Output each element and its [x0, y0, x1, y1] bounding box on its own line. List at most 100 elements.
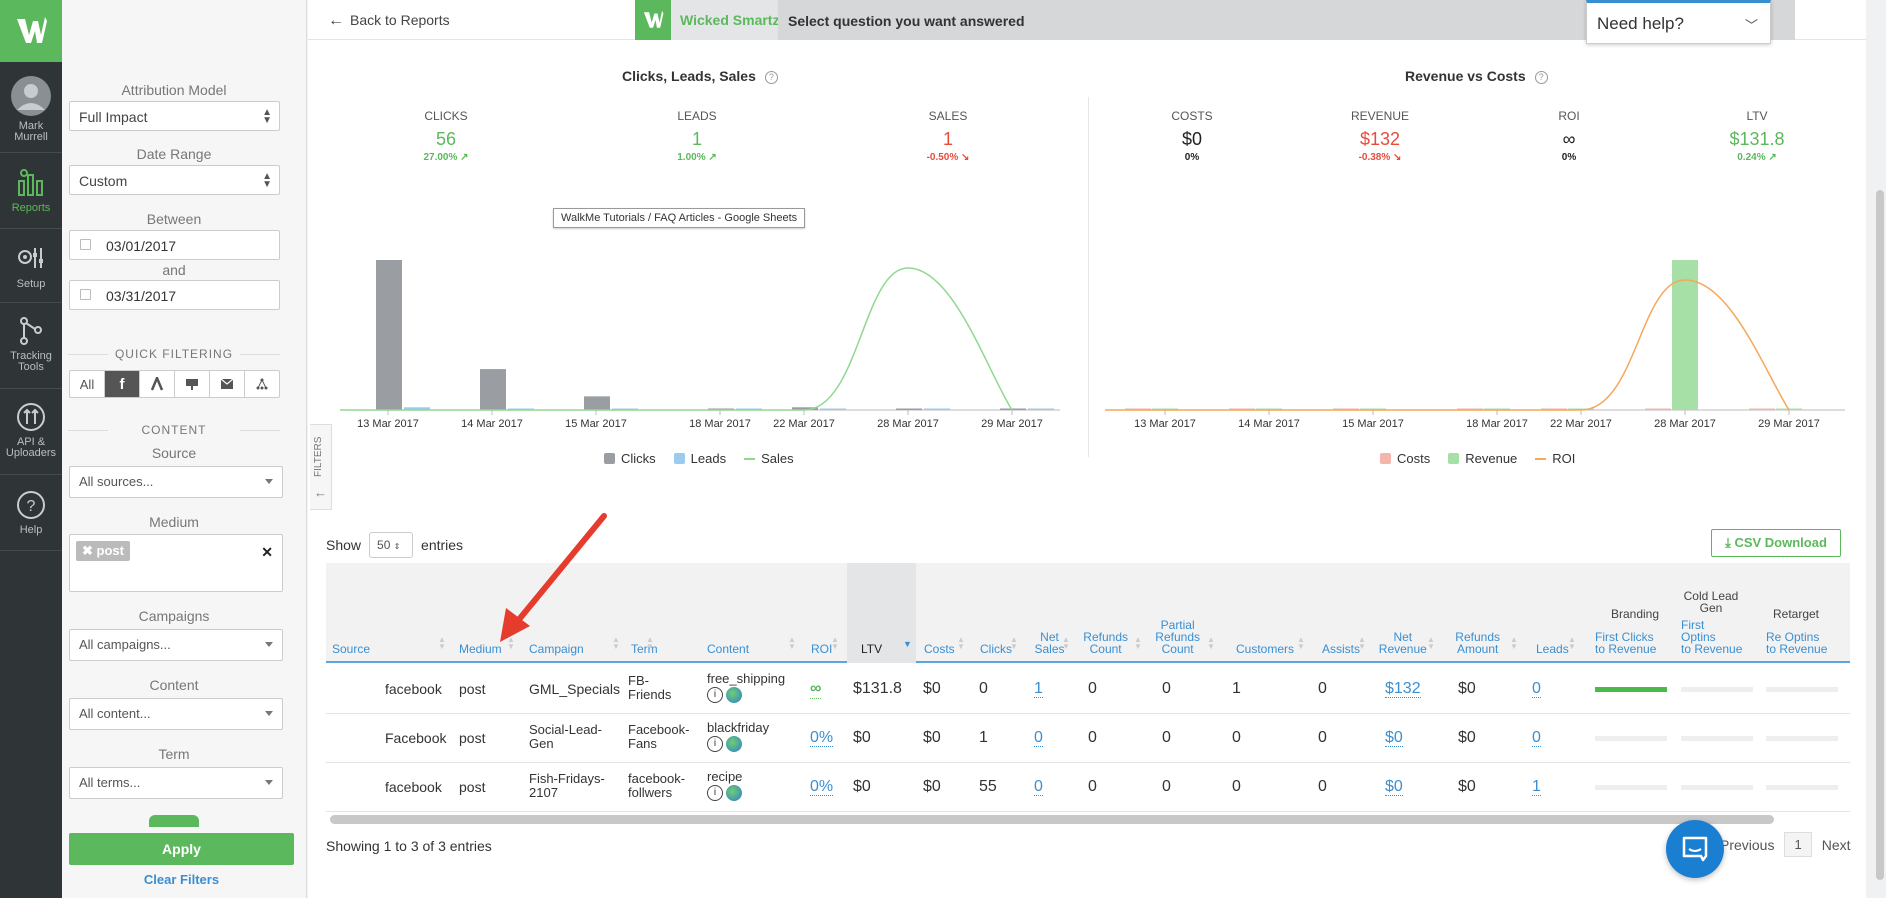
cell-net-sales[interactable]: 0 [1034, 729, 1043, 747]
end-date-input[interactable]: 03/31/2017 [69, 280, 280, 310]
globe-icon[interactable] [726, 735, 742, 752]
cell-net-revenue[interactable]: $0 [1385, 729, 1403, 747]
cell-net-sales[interactable]: 1 [1034, 680, 1043, 698]
legend-roi[interactable]: ROI [1535, 451, 1575, 466]
info-icon[interactable]: i [707, 686, 723, 703]
column-header[interactable]: LTV [861, 643, 882, 655]
leads-bar[interactable] [820, 408, 846, 411]
page-scrollbar[interactable] [1876, 190, 1884, 880]
info-icon[interactable]: i [707, 784, 723, 801]
help-circle-icon[interactable]: ? [764, 71, 778, 84]
nav-reports[interactable]: Reports [0, 168, 62, 214]
start-date-input[interactable]: 03/01/2017 [69, 230, 280, 260]
sort-icon[interactable]: ▲ ▼ [1510, 636, 1518, 651]
table-row[interactable]: Facebook post Social-Lead-Gen Facebook-Fans… [326, 714, 1850, 763]
attribution-model-select[interactable]: Full Impact ▲ ▼ [69, 101, 280, 131]
page-number-button[interactable]: 1 [1784, 832, 1812, 857]
clear-medium-icon[interactable]: ✕ [261, 544, 273, 561]
column-header[interactable]: First Clicks to Revenue [1595, 631, 1656, 655]
legend-clicks[interactable]: Clicks [604, 451, 656, 466]
clicks-bar[interactable] [480, 369, 506, 410]
column-header[interactable]: Refunds Count [1083, 631, 1128, 655]
chat-launcher-button[interactable] [1666, 820, 1724, 878]
sort-icon[interactable]: ▲ ▼ [831, 636, 839, 651]
back-to-reports-link[interactable]: ← Back to Reports [328, 12, 450, 30]
sales-line[interactable] [340, 267, 1013, 411]
info-icon[interactable]: i [707, 735, 723, 752]
filters-toggle-tab[interactable]: FILTERS ← [310, 424, 332, 510]
table-row[interactable]: facebook post GML_Specials FB-Friends ∞ $131.… [326, 665, 1850, 714]
quick-filter-adwords[interactable] [140, 371, 175, 397]
term-select[interactable]: All terms... [69, 767, 283, 799]
sort-icon[interactable]: ▲ ▼ [1134, 636, 1142, 651]
campaigns-select[interactable]: All campaigns... [69, 629, 283, 661]
sort-icon[interactable]: ▲ ▼ [1010, 636, 1018, 651]
csv-download-button[interactable]: ⤓ CSV Download [1711, 529, 1841, 557]
sort-icon[interactable]: ▲ ▼ [1062, 636, 1070, 651]
leads-bar[interactable] [1028, 408, 1054, 411]
nav-setup[interactable]: Setup [0, 244, 62, 290]
sort-icon[interactable]: ▲ ▼ [1207, 636, 1215, 651]
column-header[interactable]: Partial Refunds Count [1155, 619, 1200, 655]
column-header[interactable]: Re Optins to Revenue [1766, 631, 1827, 655]
quick-filter-facebook[interactable]: f [105, 371, 140, 397]
column-header[interactable]: Clicks [980, 643, 1012, 655]
legend-costs[interactable]: Costs [1380, 451, 1430, 466]
nav-api-uploaders[interactable]: API & Uploaders [0, 402, 62, 459]
sort-icon[interactable]: ▲ ▼ [1568, 636, 1576, 651]
sort-icon[interactable]: ▲ ▼ [1358, 636, 1366, 651]
cell-net-revenue[interactable]: $132 [1385, 680, 1421, 698]
column-header[interactable]: Customers [1236, 643, 1294, 655]
need-help-dropdown[interactable]: Need help? ﹀ [1586, 0, 1771, 44]
cell-net-revenue[interactable]: $0 [1385, 778, 1403, 796]
quick-filter-all[interactable]: All [70, 371, 105, 397]
globe-icon[interactable] [726, 784, 742, 801]
clicks-bar[interactable] [584, 396, 610, 410]
clear-filters-link[interactable]: Clear Filters [69, 872, 294, 887]
medium-multiselect[interactable]: ✖ post ✕ [69, 534, 283, 592]
table-horizontal-scrollbar[interactable] [330, 815, 1774, 824]
content-select[interactable]: All content... [69, 698, 283, 730]
costs-bar[interactable] [1645, 408, 1671, 411]
column-header[interactable]: Refunds Amount [1455, 631, 1500, 655]
date-range-select[interactable]: Custom ▲ ▼ [69, 165, 280, 195]
column-header[interactable]: Leads [1536, 643, 1569, 655]
clicks-bar[interactable] [376, 260, 402, 410]
cell-net-sales[interactable]: 0 [1034, 778, 1043, 796]
source-select[interactable]: All sources... [69, 466, 283, 498]
user-profile[interactable]: Mark Murrell [0, 76, 62, 143]
sort-icon[interactable]: ▲ ▼ [957, 636, 965, 651]
sort-icon[interactable]: ▲ ▼ [1427, 636, 1435, 651]
sort-icon[interactable]: ▲ ▼ [438, 636, 446, 651]
cell-leads[interactable]: 0 [1532, 729, 1541, 747]
column-header[interactable]: Costs [924, 643, 955, 655]
cell-leads[interactable]: 0 [1532, 680, 1541, 698]
apply-button[interactable]: Apply [69, 833, 294, 865]
column-header[interactable]: Net Sales [1034, 631, 1064, 655]
toggle-switch[interactable] [149, 815, 199, 827]
legend-leads[interactable]: Leads [673, 451, 726, 466]
clicks-bar[interactable] [896, 408, 922, 411]
column-header[interactable]: First Optins to Revenue [1681, 619, 1742, 655]
page-size-select[interactable]: 50 ⇕ [369, 532, 414, 558]
costs-bar[interactable] [1749, 408, 1775, 411]
sort-icon[interactable]: ▲ ▼ [1297, 636, 1305, 651]
nav-tracking-tools[interactable]: Tracking Tools [0, 316, 62, 373]
cell-roi[interactable]: 0% [810, 729, 834, 747]
legend-sales[interactable]: Sales [744, 451, 794, 466]
help-circle-icon[interactable]: ? [1534, 71, 1548, 84]
quick-filter-email[interactable] [210, 371, 245, 397]
column-header[interactable]: Source [332, 643, 370, 655]
column-header[interactable]: Content [707, 643, 749, 655]
next-page-button[interactable]: Next [1822, 837, 1851, 853]
leads-bar[interactable] [924, 408, 950, 411]
column-header[interactable]: Assists [1322, 643, 1360, 655]
clicks-bar[interactable] [1000, 408, 1026, 411]
quick-filter-display[interactable] [175, 371, 210, 397]
medium-tag[interactable]: ✖ post [76, 541, 130, 561]
sort-icon[interactable]: ▲ ▼ [788, 636, 796, 651]
cell-roi[interactable]: ∞ [810, 680, 822, 699]
cell-roi[interactable]: 0% [810, 778, 834, 796]
legend-revenue[interactable]: Revenue [1448, 451, 1517, 466]
globe-icon[interactable] [726, 686, 742, 703]
